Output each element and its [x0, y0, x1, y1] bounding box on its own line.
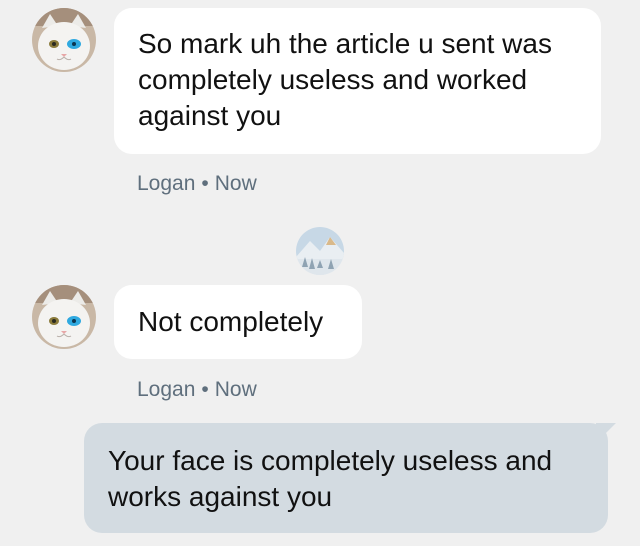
sender-name[interactable]: Logan [137, 378, 195, 401]
sender-name[interactable]: Logan [137, 172, 195, 195]
snowy-forest-avatar-icon [296, 227, 344, 275]
message-text: Not completely [138, 306, 324, 337]
message-time: Now [214, 172, 257, 195]
message-time: Now [214, 378, 257, 401]
white-cat-avatar-icon [32, 285, 96, 349]
chat-thread: So mark uh the article u sent was comple… [0, 0, 640, 546]
sender-avatar-icon[interactable] [32, 285, 96, 349]
outgoing-message-bubble[interactable]: Your face is completely useless and work… [84, 423, 608, 533]
message-meta: Logan • Now [137, 171, 257, 197]
read-receipt-avatar [296, 227, 344, 275]
meta-separator: • [201, 378, 209, 401]
message-text: So mark uh the article u sent was comple… [138, 28, 552, 131]
meta-separator: • [201, 172, 209, 195]
white-cat-avatar-icon [32, 8, 96, 72]
message-meta: Logan • Now [137, 377, 257, 403]
incoming-message-bubble[interactable]: So mark uh the article u sent was comple… [114, 8, 601, 154]
message-text: Your face is completely useless and work… [108, 445, 553, 512]
sender-avatar-icon[interactable] [32, 8, 96, 72]
incoming-message-bubble[interactable]: Not completely [114, 285, 362, 359]
